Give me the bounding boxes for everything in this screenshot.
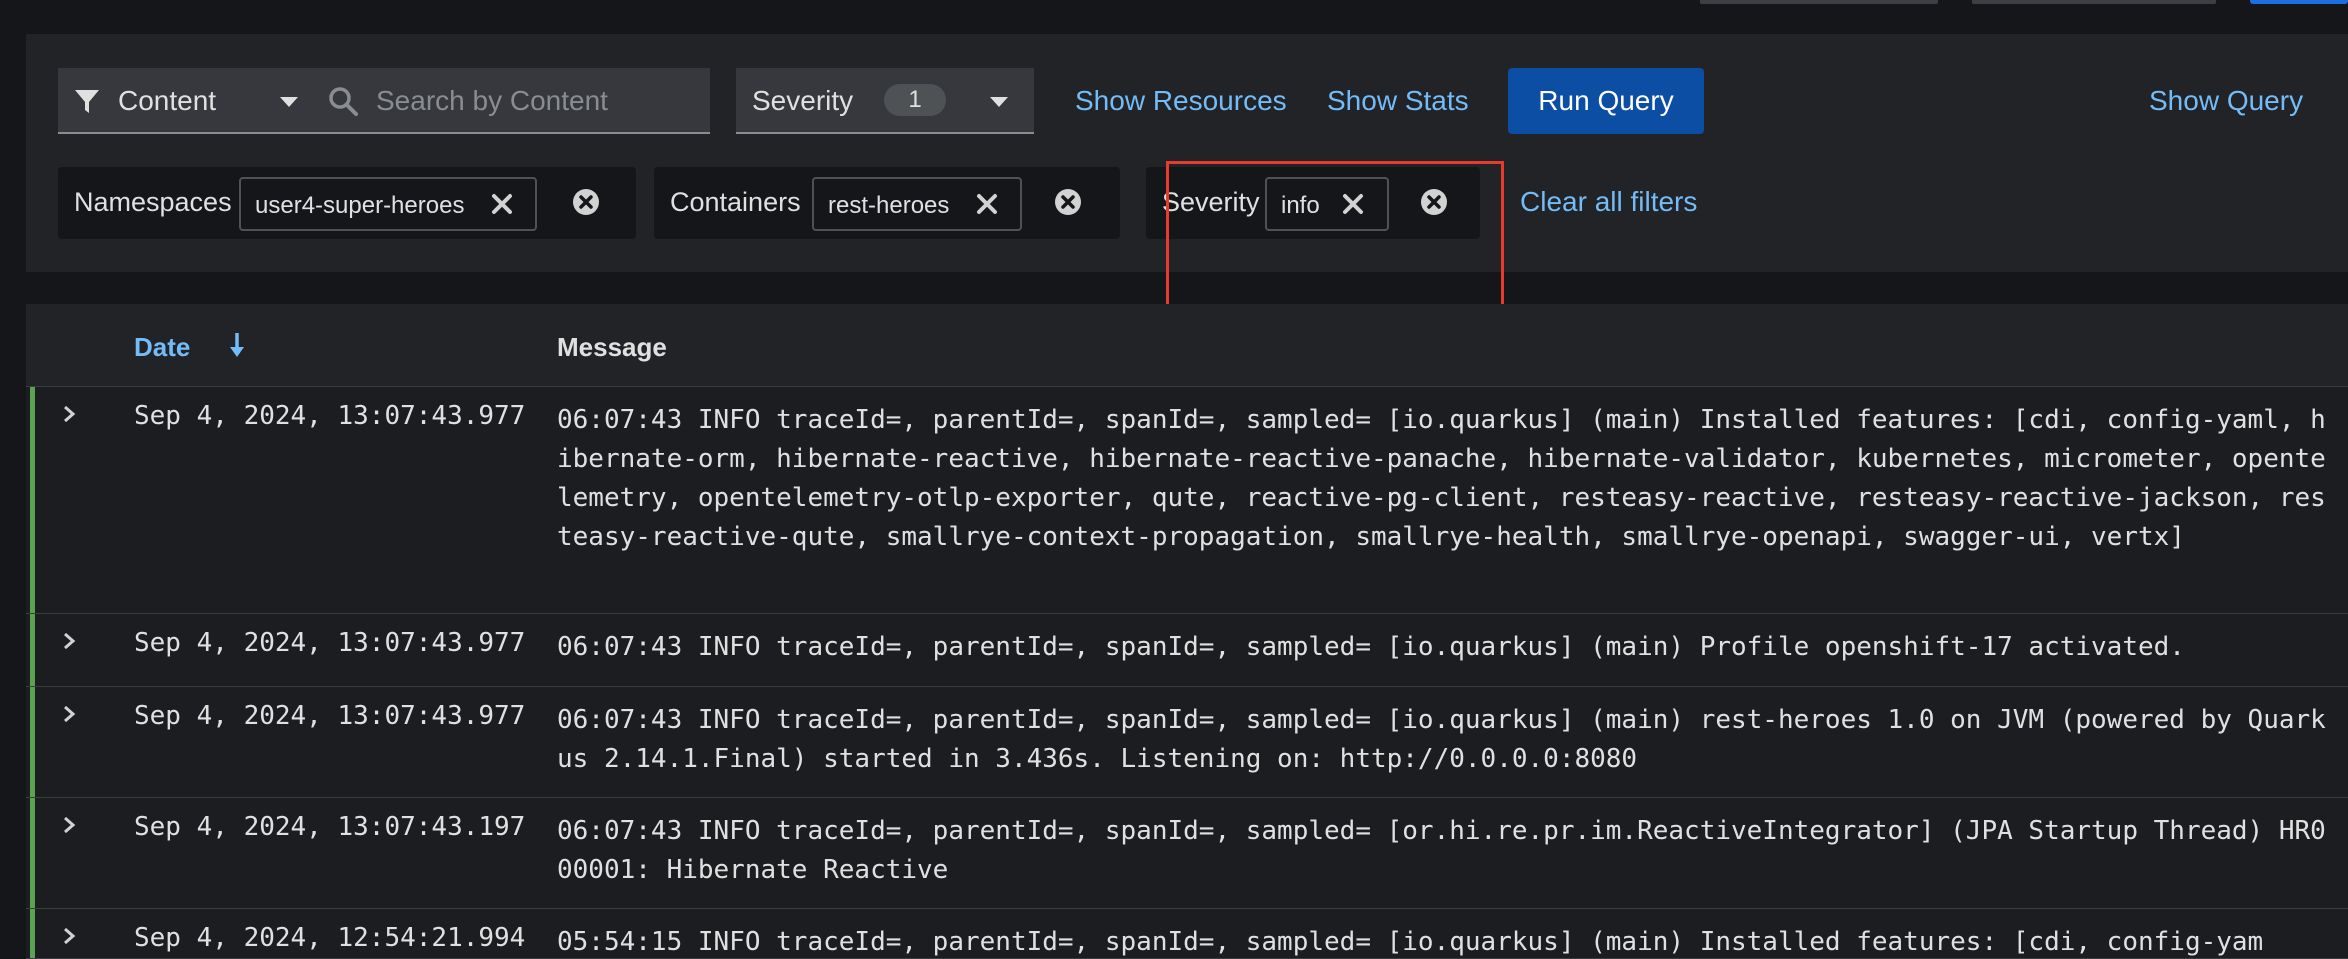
top-field-2[interactable] — [1972, 0, 2216, 4]
row-date: Sep 4, 2024, 12:54:21.994 — [134, 923, 526, 953]
show-query-link[interactable]: Show Query — [2149, 85, 2303, 117]
table-row[interactable]: Sep 4, 2024, 13:07:43.197 06:07:43 INFO … — [26, 798, 2348, 909]
containers-group-label: Containers — [670, 187, 801, 217]
top-button[interactable] — [2250, 0, 2348, 4]
row-message: 06:07:43 INFO traceId=, parentId=, spanI… — [557, 405, 2326, 552]
run-query-label: Run Query — [1538, 85, 1674, 116]
chevron-right-icon[interactable] — [62, 405, 76, 423]
date-column-header[interactable]: Date — [134, 332, 190, 363]
row-date: Sep 4, 2024, 13:07:43.977 — [134, 401, 526, 431]
run-query-button[interactable]: Run Query — [1508, 68, 1704, 134]
message-column-header: Message — [557, 332, 667, 362]
table-row[interactable]: Sep 4, 2024, 13:07:43.977 06:07:43 INFO … — [26, 387, 2348, 614]
filter-type-label: Content — [118, 85, 217, 116]
table-row[interactable]: Sep 4, 2024, 13:07:43.977 06:07:43 INFO … — [26, 687, 2348, 798]
severity-filter-highlight — [1166, 161, 1504, 313]
table-row[interactable]: Sep 4, 2024, 13:07:43.977 06:07:43 INFO … — [26, 614, 2348, 687]
table-row[interactable]: Sep 4, 2024, 12:54:21.994 05:54:15 INFO … — [26, 909, 2348, 959]
namespaces-group-label: Namespaces — [74, 187, 232, 217]
severity-accent — [30, 909, 35, 958]
caret-down-icon — [280, 97, 298, 107]
times-circle-icon[interactable] — [1054, 188, 1082, 216]
row-message: 05:54:15 INFO traceId=, parentId=, spanI… — [557, 927, 2264, 957]
top-field-1[interactable] — [1700, 0, 1938, 4]
severity-accent — [30, 614, 35, 686]
show-stats-link[interactable]: Show Stats — [1327, 85, 1469, 117]
chevron-right-icon[interactable] — [62, 816, 76, 834]
close-icon[interactable] — [491, 193, 513, 215]
severity-accent — [30, 798, 35, 908]
top-strip — [0, 0, 2348, 34]
funnel-icon — [75, 90, 99, 113]
namespace-chip: user4-super-heroes — [239, 177, 537, 231]
namespaces-filter-group: Namespaces user4-super-heroes — [58, 167, 636, 239]
clear-all-filters-link[interactable]: Clear all filters — [1520, 186, 1697, 218]
show-resources-link[interactable]: Show Resources — [1075, 85, 1287, 117]
container-chip-label: rest-heroes — [828, 192, 950, 219]
row-date: Sep 4, 2024, 13:07:43.977 — [134, 628, 526, 658]
row-message: 06:07:43 INFO traceId=, parentId=, spanI… — [557, 632, 2185, 662]
container-chip: rest-heroes — [812, 177, 1022, 231]
close-icon[interactable] — [976, 193, 998, 215]
severity-select[interactable]: Severity 1 — [736, 68, 1034, 134]
filter-type-select[interactable]: Content — [58, 68, 312, 134]
search-input[interactable] — [374, 80, 698, 122]
caret-down-icon — [990, 97, 1008, 107]
namespace-chip-label: user4-super-heroes — [255, 192, 465, 219]
containers-filter-group: Containers rest-heroes — [654, 167, 1120, 239]
row-message: 06:07:43 INFO traceId=, parentId=, spanI… — [557, 705, 2326, 774]
times-circle-icon[interactable] — [572, 188, 600, 216]
row-message: 06:07:43 INFO traceId=, parentId=, spanI… — [557, 816, 2326, 885]
log-table: Date Message Sep 4, 2024, 13:07:43.977 0… — [26, 304, 2348, 959]
severity-select-label: Severity — [752, 85, 854, 116]
table-header: Date Message — [26, 304, 2348, 387]
chevron-right-icon[interactable] — [62, 705, 76, 723]
row-date: Sep 4, 2024, 13:07:43.977 — [134, 701, 526, 731]
sort-down-arrow-icon[interactable] — [228, 332, 246, 358]
severity-accent — [30, 387, 35, 613]
row-date: Sep 4, 2024, 13:07:43.197 — [134, 812, 526, 842]
search-box[interactable] — [312, 68, 710, 134]
search-icon — [329, 87, 358, 116]
severity-count-badge: 1 — [884, 84, 946, 116]
log-filter-toolbar: Content Severity 1 Show Resources Show S… — [26, 34, 2348, 313]
chevron-right-icon[interactable] — [62, 927, 76, 945]
chevron-right-icon[interactable] — [62, 632, 76, 650]
severity-accent — [30, 687, 35, 797]
